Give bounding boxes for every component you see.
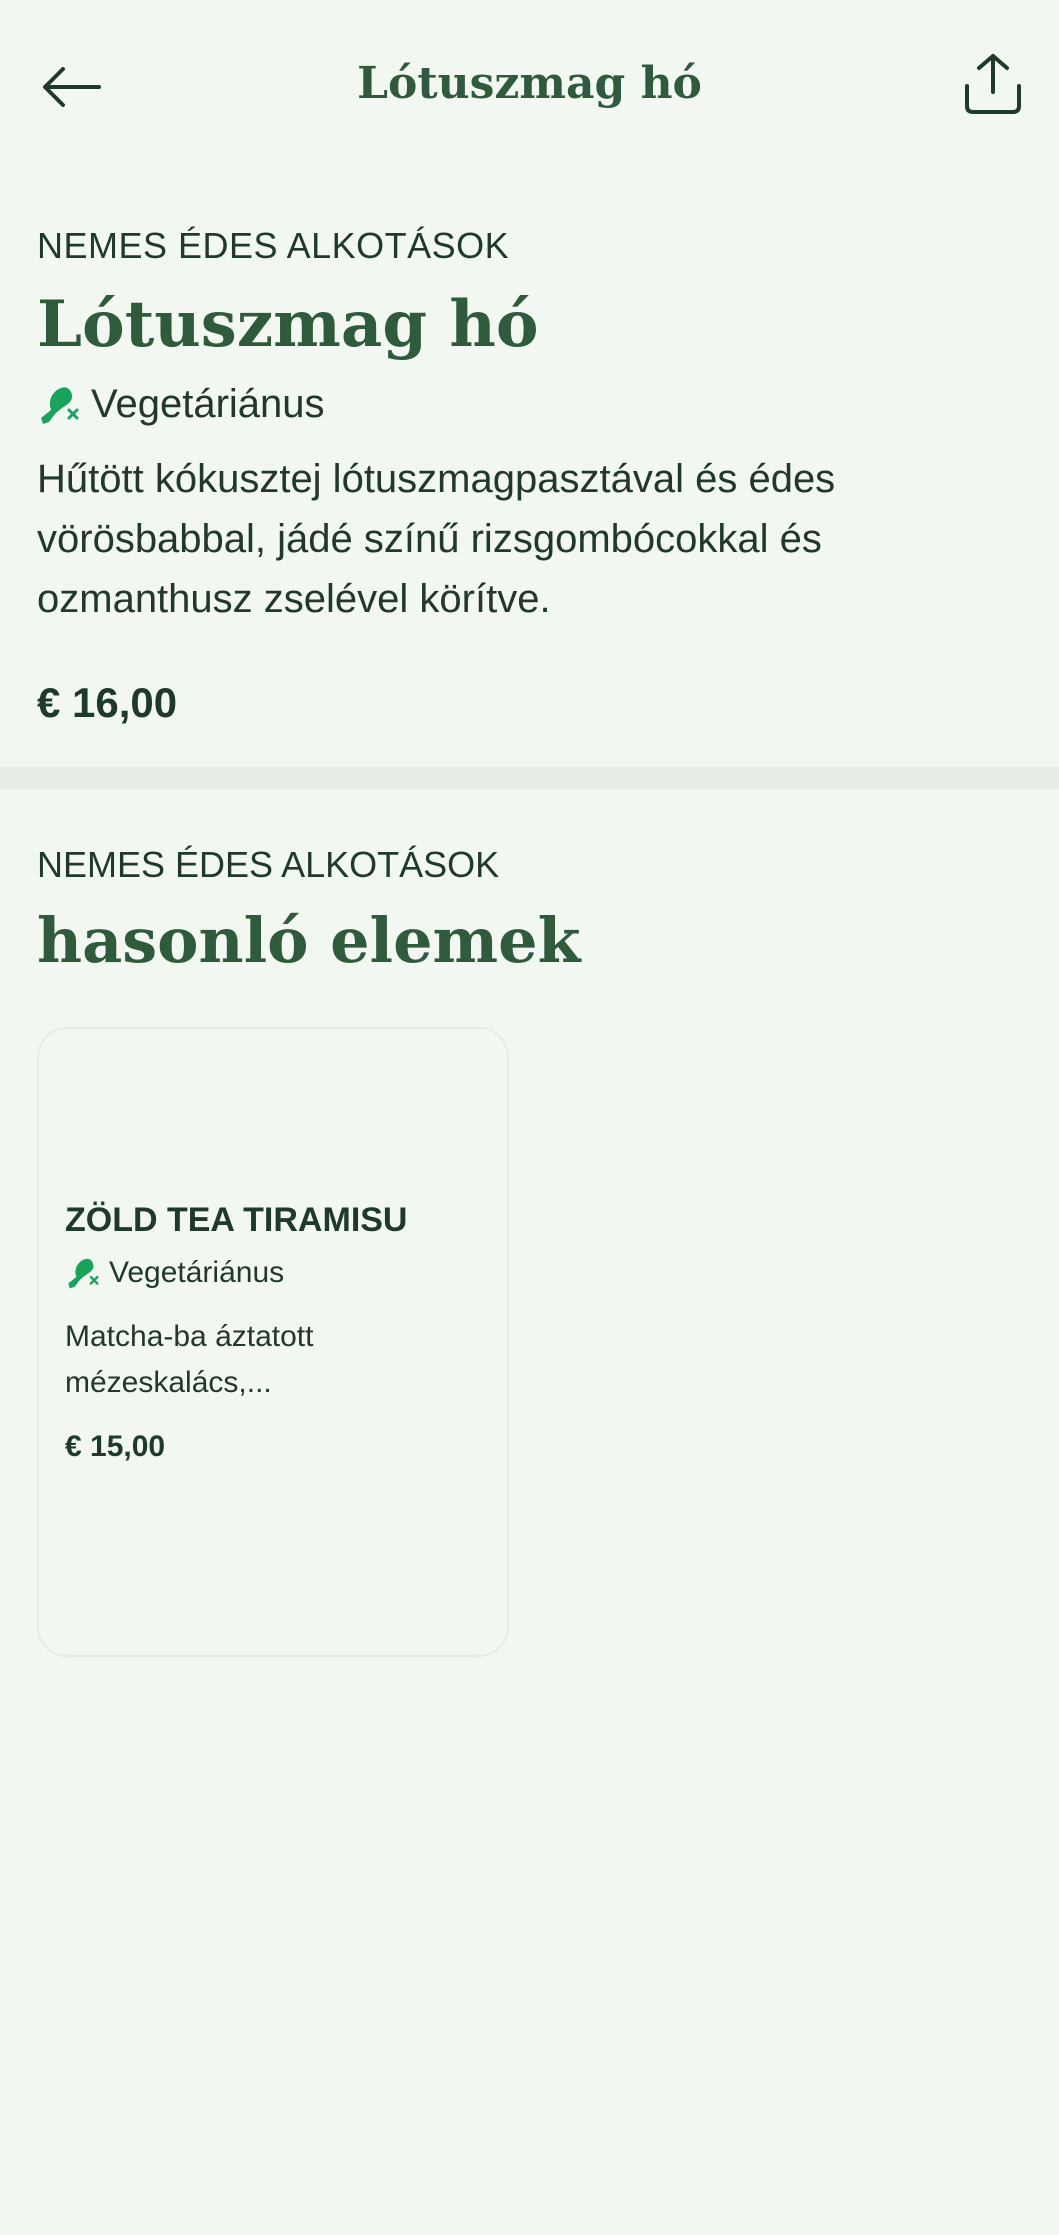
vegetarian-leg-icon (41, 386, 79, 424)
related-item-description: Matcha-ba áztatott mézeskalács,... (65, 1320, 314, 1399)
product-category: NEMES ÉDES ALKOTÁSOK (37, 225, 510, 266)
related-item-diet-label: Vegetáriánus (109, 1256, 285, 1289)
top-bar: Lótuszmag hó (0, 0, 1059, 170)
related-section: NEMES ÉDES ALKOTÁSOK hasonló elemek ZÖLD… (0, 844, 1059, 1657)
related-item-card[interactable]: ZÖLD TEA TIRAMISU Vegetáriánus Matcha-ba… (37, 1027, 509, 1657)
product-description: Hűtött kókusztej lótuszmagpasztával és é… (37, 457, 836, 621)
related-item-title: ZÖLD TEA TIRAMISU (65, 1201, 408, 1239)
page-title: Lótuszmag hó (357, 58, 702, 109)
product-price: € 16,00 (37, 679, 178, 726)
related-item-price: € 15,00 (65, 1430, 166, 1463)
related-category: NEMES ÉDES ALKOTÁSOK (37, 844, 500, 885)
share-icon (965, 54, 1021, 114)
related-item-diet: Vegetáriánus (65, 1256, 481, 1290)
section-divider (0, 767, 1059, 789)
share-button[interactable] (957, 48, 1029, 120)
related-title: hasonló elemek (37, 904, 581, 977)
product-title: Lótuszmag hó (37, 287, 539, 362)
diet-badge: Vegetáriánus (37, 382, 1022, 427)
vegetarian-leg-icon (68, 1258, 99, 1289)
product-details: NEMES ÉDES ALKOTÁSOK Lótuszmag hó Vegetá… (0, 225, 1059, 727)
diet-label: Vegetáriánus (91, 382, 325, 426)
